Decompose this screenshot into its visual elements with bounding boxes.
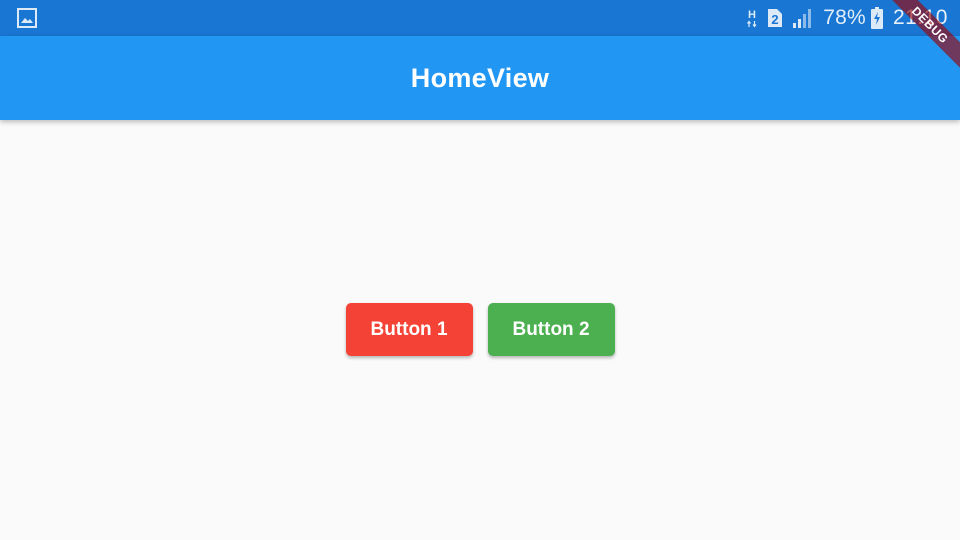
gallery-notification-icon	[17, 8, 37, 28]
battery-percentage: 78%	[823, 6, 866, 29]
status-icons: H 2 78% 21:10	[746, 0, 948, 36]
network-type-icon: H	[747, 9, 757, 28]
button-row: Button 1 Button 2	[0, 303, 960, 356]
page-title: HomeView	[410, 62, 550, 93]
screen: H 2 78% 21:10 HomeView Button 1 Button 2…	[0, 0, 960, 540]
app-bar: HomeView	[0, 36, 960, 120]
status-clock: 21:10	[892, 6, 948, 29]
button-2[interactable]: Button 2	[487, 303, 615, 356]
button-1[interactable]: Button 1	[345, 303, 473, 356]
svg-text:H: H	[748, 9, 756, 21]
svg-text:2: 2	[772, 12, 779, 27]
sim-card-icon: 2	[768, 9, 783, 27]
cellular-signal-icon	[793, 9, 812, 28]
status-bar: H 2 78% 21:10	[0, 0, 960, 36]
battery-charging-icon	[870, 7, 883, 29]
